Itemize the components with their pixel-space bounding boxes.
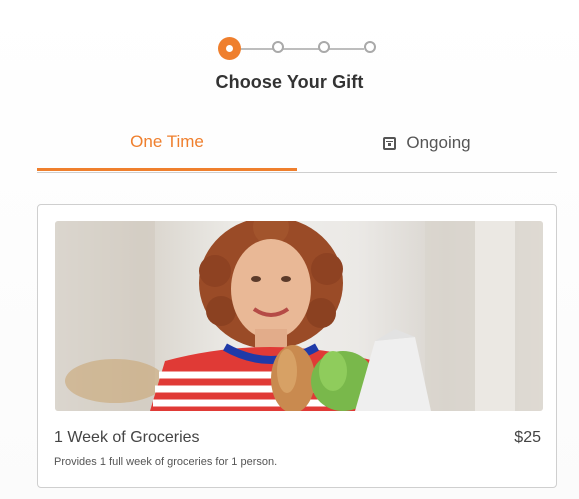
gift-photo	[55, 221, 543, 411]
gift-price: $25	[514, 429, 541, 446]
gift-card[interactable]: 1 Week of Groceries $25 Provides 1 full …	[37, 204, 557, 488]
step-3	[318, 41, 330, 53]
tab-ongoing-label: Ongoing	[406, 133, 471, 152]
step-1	[218, 37, 241, 60]
page-title: Choose Your Gift	[215, 72, 364, 92]
gift-name: 1 Week of Groceries	[54, 429, 200, 446]
gift-selection-page: Choose Your Gift One Time Ongoing 1 Week…	[0, 0, 579, 499]
tab-ongoing[interactable]: Ongoing	[297, 116, 557, 170]
gift-description: Provides 1 full week of groceries for 1 …	[54, 456, 278, 468]
step-2	[272, 41, 284, 53]
tab-one-time-label: One Time	[130, 132, 204, 151]
stepper-line	[240, 48, 364, 50]
step-4	[364, 41, 376, 53]
frequency-tabs: One Time Ongoing	[37, 116, 557, 173]
tab-one-time[interactable]: One Time	[37, 116, 297, 171]
calendar-icon	[383, 136, 397, 150]
progress-stepper	[218, 37, 378, 61]
